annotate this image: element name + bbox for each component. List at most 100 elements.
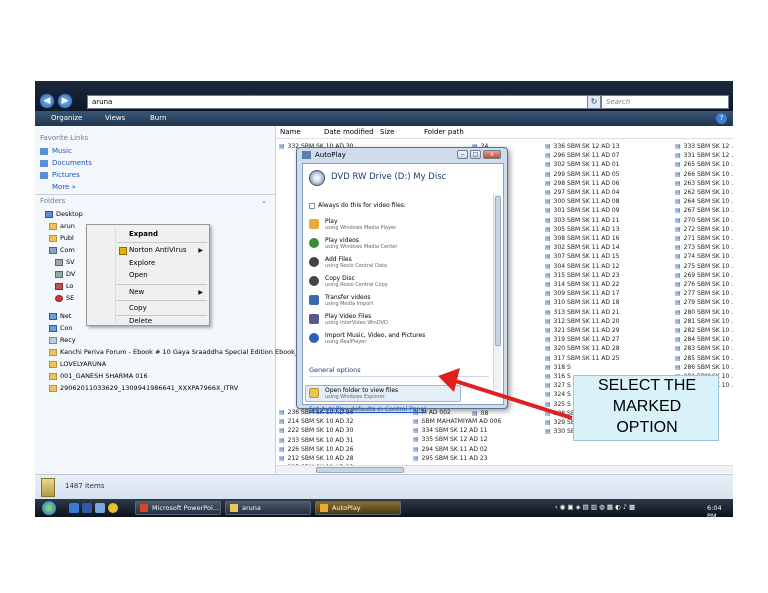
file-item[interactable]: 276 SBM SK 10 ..	[675, 280, 733, 289]
minimize-button[interactable]: –	[457, 150, 468, 159]
file-item[interactable]: 336 SBM SK 12 AD 13	[545, 142, 620, 151]
organize-button[interactable]: Organize	[51, 111, 82, 126]
menu-item-copy[interactable]: Copy	[87, 303, 209, 314]
file-item[interactable]: 279 SBM SK 10 ..	[675, 298, 733, 307]
file-item[interactable]: M AD 002	[413, 408, 501, 417]
file-item[interactable]: 222 SBM SK 10 AD 30	[279, 426, 354, 435]
file-item[interactable]: 272 SBM SK 10 ..	[675, 225, 733, 234]
refresh-button[interactable]: ↻	[587, 95, 601, 109]
file-item[interactable]: 300 SBM SK 11 AD 08	[545, 197, 620, 206]
file-item[interactable]: 233 SBM SK 10 AD 31	[279, 436, 354, 445]
file-item[interactable]: 320 SBM SK 11 AD 28	[545, 344, 620, 353]
file-item[interactable]: 310 SBM SK 11 AD 18	[545, 298, 620, 307]
menu-item-expand[interactable]: Expand	[87, 229, 209, 240]
favorite-music[interactable]: Music	[40, 147, 72, 155]
file-item[interactable]: 271 SBM SK 10 ..	[675, 234, 733, 243]
file-item[interactable]: 283 SBM SK 10 ..	[675, 344, 733, 353]
file-item[interactable]: 315 SBM SK 11 AD 23	[545, 271, 620, 280]
taskbar-powerpoint[interactable]: Microsoft PowerPoi...	[135, 501, 221, 515]
file-item[interactable]: 296 SBM SK 11 AD 07	[545, 151, 620, 160]
file-item[interactable]: 319 SBM SK 11 AD 27	[545, 335, 620, 344]
favorite-documents[interactable]: Documents	[40, 159, 92, 167]
menu-item-explore[interactable]: Explore	[87, 258, 209, 269]
file-item[interactable]: 264 SBM SK 10 ..	[675, 197, 733, 206]
file-item[interactable]: 226 SBM SK 10 AD 26	[279, 445, 354, 454]
file-item[interactable]: 302 SBM SK 11 AD 14	[545, 243, 620, 252]
address-bar[interactable]: aruna	[87, 95, 597, 109]
file-item[interactable]: 270 SBM SK 10 ..	[675, 216, 733, 225]
file-item[interactable]: 307 SBM SK 11 AD 15	[545, 252, 620, 261]
file-item[interactable]: 295 SBM SK 11 AD 23	[413, 454, 501, 463]
file-item[interactable]: 304 SBM SK 11 AD 12	[545, 262, 620, 271]
taskbar-explorer[interactable]: aruna	[225, 501, 311, 515]
tree-item-desktop[interactable]: Desktop	[45, 210, 83, 218]
clock[interactable]: 6:04 PM	[707, 504, 733, 517]
ie-icon[interactable]	[69, 503, 79, 513]
more-link[interactable]: More »	[52, 183, 76, 191]
file-item[interactable]: 318 S	[545, 363, 620, 372]
maximize-button[interactable]: □	[470, 150, 481, 159]
file-item[interactable]: 333 SBM SK 12 ..	[675, 142, 733, 151]
file-item[interactable]: 214 SBM SK 10 AD 32	[279, 417, 354, 426]
tree-item-folder[interactable]: Kanchi Periva Forum - Ebook # 10 Gaya Sr…	[49, 348, 302, 356]
tree-item-folder[interactable]: 29062011033629_1309941986641_XXXPA7966X_…	[49, 384, 238, 392]
menu-item-delete[interactable]: Delete	[87, 316, 209, 327]
chevron-down-icon[interactable]: ⌄	[261, 197, 267, 205]
folders-header[interactable]: Folders	[40, 197, 65, 205]
start-button[interactable]	[41, 500, 57, 516]
messenger-icon[interactable]	[108, 503, 118, 513]
file-item[interactable]: 302 SBM SK 11 AD 01	[545, 160, 620, 169]
checkbox-box[interactable]	[309, 202, 315, 209]
close-button[interactable]: x	[483, 150, 501, 159]
file-item[interactable]: 308 SBM SK 11 AD 16	[545, 234, 620, 243]
file-item[interactable]: 301 SBM SK 11 AD 09	[545, 206, 620, 215]
tree-item-recycle-bin[interactable]: Recy	[49, 336, 76, 344]
views-button[interactable]: Views	[105, 111, 125, 126]
scrollbar-thumb[interactable]	[495, 196, 501, 346]
file-item[interactable]: 273 SBM SK 10 ..	[675, 243, 733, 252]
file-item[interactable]: 314 SBM SK 11 AD 22	[545, 280, 620, 289]
file-item[interactable]: 297 SBM SK 11 AD 04	[545, 188, 620, 197]
file-item[interactable]: 282 SBM SK 10 ..	[675, 326, 733, 335]
file-item[interactable]: 313 SBM SK 11 AD 21	[545, 308, 620, 317]
horizontal-scrollbar[interactable]	[276, 465, 733, 473]
file-item[interactable]: 309 SBM SK 11 AD 17	[545, 289, 620, 298]
always-do-checkbox[interactable]: Always do this for video files:	[309, 202, 406, 209]
file-item[interactable]: 312 SBM SK 11 AD 20	[545, 317, 620, 326]
taskbar-autoplay[interactable]: AutoPlay	[315, 501, 401, 515]
control-panel-link[interactable]: Set AutoPlay defaults in Control Panel	[309, 406, 426, 413]
dialog-scrollbar[interactable]	[493, 194, 501, 390]
file-item[interactable]: 299 SBM SK 11 AD 05	[545, 170, 620, 179]
file-item[interactable]: 269 SBM SK 10 ..	[675, 271, 733, 280]
back-button[interactable]: ◀	[39, 93, 55, 109]
tree-item-control-panel[interactable]: Con	[49, 324, 73, 332]
tree-item-drive-dv[interactable]: DV	[55, 270, 75, 278]
file-item[interactable]: 212 SBM SK 10 AD 28	[279, 454, 354, 463]
system-tray[interactable]: ‹ ◉ ▣ ◈ ▤ ▥ ◍ ▦ ◐ ♪ ▩	[555, 503, 635, 511]
file-item[interactable]: 285 SBM SK 10 ..	[675, 354, 733, 363]
favorite-pictures[interactable]: Pictures	[40, 171, 80, 179]
forward-button[interactable]: ▶	[57, 93, 73, 109]
burn-button[interactable]: Burn	[150, 111, 166, 126]
tree-item-network[interactable]: Net	[49, 312, 71, 320]
file-item[interactable]: 335 SBM SK 12 AD 12	[413, 435, 501, 444]
file-item[interactable]: 284 SBM SK 10 ..	[675, 335, 733, 344]
tree-item-drive-sv[interactable]: SV	[55, 258, 75, 266]
file-item[interactable]: 275 SBM SK 10 ..	[675, 262, 733, 271]
search-input[interactable]: Search	[601, 95, 729, 109]
file-item[interactable]: 266 SBM SK 10 ..	[675, 170, 733, 179]
help-icon[interactable]: ?	[716, 113, 727, 124]
menu-item-new[interactable]: New ▶	[87, 287, 209, 298]
file-item[interactable]: 281 SBM SK 10 ..	[675, 317, 733, 326]
file-item[interactable]: 262 SBM SK 10 ..	[675, 188, 733, 197]
file-item[interactable]: 274 SBM SK 10 ..	[675, 252, 733, 261]
file-item[interactable]: 305 SBM SK 11 AD 13	[545, 225, 620, 234]
tree-item-user[interactable]: arun	[49, 222, 75, 230]
scrollbar-thumb[interactable]	[316, 467, 404, 473]
tree-item-drive-se[interactable]: SE	[55, 294, 74, 302]
file-item[interactable]: 267 SBM SK 10 ..	[675, 206, 733, 215]
switch-windows-icon[interactable]	[95, 503, 105, 513]
menu-item-open[interactable]: Open	[87, 270, 209, 281]
file-item[interactable]: 303 SBM SK 11 AD 11	[545, 216, 620, 225]
file-item[interactable]: 317 SBM SK 11 AD 25	[545, 354, 620, 363]
